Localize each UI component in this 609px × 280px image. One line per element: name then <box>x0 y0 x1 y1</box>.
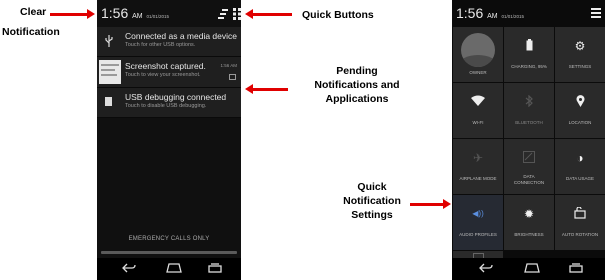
tile-label: AUTO ROTATION <box>561 232 599 237</box>
tile-audio-profiles[interactable]: ◀)) AUDIO PROFILES <box>453 195 503 250</box>
mobile-data-icon <box>504 151 554 166</box>
data-usage-icon: ◑ <box>576 151 584 165</box>
back-icon <box>479 263 493 273</box>
avatar <box>461 33 495 67</box>
notification-list-icon[interactable] <box>591 6 601 18</box>
quick-settings-screen: 1:56 AM 01/01/2015 OWNER CHARGING, 95% ⚙… <box>452 0 605 280</box>
tile-label: SETTINGS <box>568 64 592 69</box>
annotation-qns-line3: Settings <box>351 209 393 221</box>
clock-time: 1:56 <box>101 5 129 21</box>
tile-label: DATA CONNECTION <box>504 174 554 185</box>
notification-usb-debugging[interactable]: USB debugging connected Touch to disable… <box>97 88 241 118</box>
tile-brightness[interactable]: ✹ BRIGHTNESS <box>504 195 554 250</box>
annotation-pending-line2: Notifications and <box>314 79 400 91</box>
tile-label: CHARGING, 95% <box>511 64 547 69</box>
status-clock: 1:56 AM 01/01/2015 <box>101 5 169 21</box>
notification-subtitle: Touch to view your screenshot. <box>125 72 201 78</box>
tile-label: LOCATION <box>568 120 592 125</box>
tile-label: AUDIO PROFILES <box>459 232 497 237</box>
clock-time: 1:56 <box>456 5 484 21</box>
annotation-pending: Pending Notifications and Applications <box>293 64 421 106</box>
tile-label-line2: CONNECTION <box>513 179 545 185</box>
image-icon <box>229 74 236 80</box>
tile-settings[interactable]: ⚙ SETTINGS <box>555 27 605 82</box>
tile-data-usage[interactable]: ◑ DATA USAGE <box>555 139 605 194</box>
recents-button[interactable] <box>566 261 586 277</box>
notification-title: Connected as a media device <box>125 31 237 41</box>
status-bar: 1:56 AM 01/01/2015 <box>452 0 605 26</box>
tile-label: AIRPLANE MODE <box>459 176 497 181</box>
tile-owner[interactable]: OWNER <box>453 27 503 82</box>
tile-location[interactable]: LOCATION <box>555 83 605 138</box>
recents-icon <box>208 263 222 273</box>
tile-label: OWNER <box>469 70 487 75</box>
clear-all-icon[interactable] <box>217 7 228 19</box>
back-icon <box>122 263 136 273</box>
home-icon <box>524 263 540 273</box>
navigation-bar <box>452 258 605 280</box>
tile-airplane-mode[interactable]: ✈ AIRPLANE MODE <box>453 139 503 194</box>
clock-date: 01/01/2015 <box>501 14 525 19</box>
notification-media-device[interactable]: Connected as a media device Touch for ot… <box>97 27 241 57</box>
status-clock: 1:56 AM 01/01/2015 <box>456 5 524 21</box>
clock-date: 01/01/2015 <box>146 14 170 19</box>
tile-battery[interactable]: CHARGING, 95% <box>504 27 554 82</box>
back-button[interactable] <box>476 261 496 277</box>
tile-label: BRIGHTNESS <box>514 232 544 237</box>
notification-subtitle: Touch for other USB options. <box>125 42 196 48</box>
rotation-icon <box>555 206 605 222</box>
notification-title: Screenshot captured. <box>125 61 206 71</box>
annotation-quick-buttons: Quick Buttons <box>302 9 374 21</box>
tile-label: BLUETOOTH <box>515 120 543 125</box>
tile-bluetooth[interactable]: BLUETOOTH <box>504 83 554 138</box>
back-button[interactable] <box>119 261 139 277</box>
clock-ampm: AM <box>132 13 143 20</box>
annotation-qns-line1: Quick <box>357 181 387 193</box>
screenshot-thumbnail <box>99 60 121 84</box>
annotation-pending-line3: Applications <box>325 93 389 105</box>
clock-ampm: AM <box>487 13 498 20</box>
annotation-clear: Clear <box>20 6 47 18</box>
arrow-quick-buttons <box>245 9 292 19</box>
home-button[interactable] <box>164 261 184 277</box>
shade-drag-handle[interactable] <box>101 251 237 254</box>
tile-data-connection[interactable]: DATA CONNECTION <box>504 139 554 194</box>
airplane-icon: ✈ <box>472 151 484 165</box>
wifi-icon <box>453 95 503 110</box>
audio-profile-icon: ◀)) <box>472 209 484 218</box>
battery-icon <box>504 39 554 54</box>
home-icon <box>166 263 182 273</box>
notification-screenshot[interactable]: Screenshot captured. Touch to view your … <box>97 57 241 88</box>
notification-subtitle: Touch to disable USB debugging. <box>125 103 207 109</box>
brightness-icon: ✹ <box>523 207 535 221</box>
gear-icon: ⚙ <box>574 39 586 53</box>
notification-title: USB debugging connected <box>125 92 227 102</box>
emergency-calls-label: EMERGENCY CALLS ONLY <box>128 236 210 242</box>
notification-shade-screen: 1:56 AM 01/01/2015 Connected as a media … <box>97 0 241 280</box>
arrow-quick-settings <box>410 199 451 209</box>
tile-wifi[interactable]: WI-FI <box>453 83 503 138</box>
recents-icon <box>569 263 583 273</box>
tile-auto-rotation[interactable]: AUTO ROTATION <box>555 195 605 250</box>
recents-button[interactable] <box>205 261 225 277</box>
usb-icon <box>102 34 116 48</box>
bluetooth-icon <box>504 94 554 110</box>
tile-label: WI-FI <box>472 120 484 125</box>
quick-settings-toggle-icon[interactable] <box>233 7 241 20</box>
annotation-quick-notification-settings: Quick Notification Settings <box>335 180 409 222</box>
status-bar: 1:56 AM 01/01/2015 <box>97 0 241 26</box>
location-pin-icon <box>555 95 605 110</box>
navigation-bar <box>97 258 241 280</box>
notification-time: 1:56 AM <box>220 63 237 68</box>
annotation-notification: Notification <box>2 26 60 38</box>
arrow-clear <box>50 9 95 19</box>
arrow-pending <box>245 84 288 94</box>
annotation-qns-line2: Notification <box>343 195 401 207</box>
tile-label: DATA USAGE <box>565 176 595 181</box>
usb-debug-icon <box>102 95 116 109</box>
home-button[interactable] <box>522 261 542 277</box>
annotation-pending-line1: Pending <box>336 65 378 77</box>
